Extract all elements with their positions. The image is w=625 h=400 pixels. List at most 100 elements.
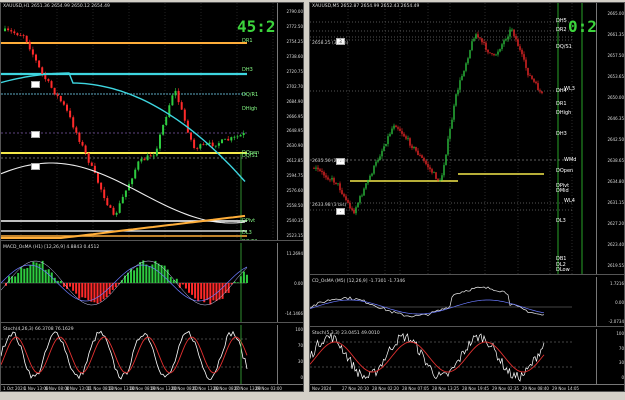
price-tick-label: -2.0734 [608,319,624,324]
right-candle [475,34,477,39]
left-chart-window[interactable]: XAUUSD,H1 2651.36 2654.99 2650.12 2654.4… [0,2,304,392]
left-candle [124,190,127,197]
time-label: 1 Oct 2024 [3,386,26,391]
macd-bar [96,283,99,304]
price-tick-label: 2630.90 [286,143,303,149]
right-candle [365,183,367,189]
right-candle [315,167,317,169]
left-candle [31,49,34,55]
price-tick-label: 2642.50 [607,137,624,142]
level-label: WL3 [564,86,575,92]
price-tick-label: 2623.40 [607,242,624,247]
left-candle [230,137,233,141]
right-candle [477,34,479,38]
left-stoch-axis[interactable]: 100 70 30 0 [277,325,303,384]
level-label: DQ/S1 [556,44,572,50]
left-candle [183,109,186,121]
left-price-axis[interactable]: 2790.00 2772.50 2754.25 2738.60 2720.75 2702.… [277,3,303,240]
level-label: WMd [564,157,577,163]
right-candle [367,179,369,184]
macd-bar [145,264,148,283]
right-candle [349,202,351,209]
level-bullet: 2635.56 (2 min) [312,159,349,164]
right-candle [403,133,405,137]
price-tick-label: 30 [618,360,624,366]
left-stoch-pane[interactable]: Stoch(4,26,3) 66.3708 76.1629 100 70 30 0 1… [1,325,303,391]
left-candle [81,141,84,146]
macd-bar [194,283,197,299]
price-tick-label: 2619.55 [607,263,624,268]
left-stochastic-lines [1,325,248,384]
left-candle [211,142,214,147]
price-tick-label: 2540.35 [286,218,303,224]
left-macd-pane[interactable]: MACD_OsMA (H1) [12,26,9] 4.8843 0.4512 1… [1,243,303,323]
right-candle [483,42,485,43]
right-candle [333,178,335,183]
left-candle [19,35,22,36]
time-label: 29 Nov 03:00 [255,386,282,391]
macd-bar [23,268,26,283]
left-candle [242,132,245,136]
macd-bar [206,283,209,301]
level-label: DR2 [556,27,567,33]
right-candle [383,146,385,151]
left-candle [97,172,99,183]
macd-main-line [310,286,545,318]
right-chart-window[interactable]: XAUUSD,M5 2652.87 2654.99 2652.43 2654.4… [309,2,625,392]
right-candle [515,36,517,40]
left-candle [180,102,183,110]
macd-bar [200,283,203,299]
left-price-pane[interactable]: XAUUSD,H1 2651.36 2654.99 2650.12 2654.4… [1,3,303,241]
right-candle [407,138,409,140]
right-candlestick-chart [310,3,583,274]
time-label: 29 Nov 02:35 [492,386,519,391]
right-price-axis[interactable]: 2665.00 2661.35 2657.50 2653.65 2650.00 2646.… [596,3,624,274]
left-macd-axis[interactable]: 11.2694 0.00 -14.1466 [277,243,303,322]
right-candle [435,172,437,179]
right-price-pane[interactable]: XAUUSD,M5 2652.87 2654.99 2652.43 2654.4… [310,3,624,275]
right-candle [317,167,319,170]
right-stoch-pane[interactable]: Stoch(5,3,3) 23.0451 49.0010 100 70 30 0 No… [310,329,624,391]
price-tick-label: 2648.95 [286,128,303,134]
macd-bar [242,271,245,283]
price-tick-label: 2665.00 [607,11,624,16]
price-tick-label: 2702.70 [286,83,303,89]
macd-bar [136,267,139,283]
right-candle [503,40,505,45]
left-time-axis[interactable]: 1 Oct 2024 1 Nov 13:00 6 Nov 08:00 8 Nov 13… [1,384,303,391]
right-candle [413,146,415,149]
price-tick-label: 2772.50 [286,23,303,29]
right-candle [353,209,355,214]
price-tick-label: 2650.00 [607,95,624,100]
right-macd-lines [310,286,572,318]
left-candle [159,134,161,149]
price-tick-label: 2612.85 [286,158,303,164]
price-tick-label: 70 [618,345,624,351]
left-candle [50,81,53,88]
right-candle [537,83,539,91]
right-stochastic-lines [310,332,572,382]
left-candle [112,207,115,215]
right-time-axis[interactable]: Nov 2024 27 Nov 20:10 28 Nov 02:20 28 Nov 0… [310,384,624,391]
right-candle [541,91,543,94]
right-candle [427,164,429,168]
price-marker [31,81,40,88]
left-candle [146,155,149,161]
left-candle [115,212,118,215]
right-candle [419,155,421,156]
right-candle [513,29,515,37]
right-macd-pane[interactable]: CD_OsMA (M5) [12,26,9] -1.7301 -1.7346 1… [310,277,624,327]
price-tick-label: 2638.65 [607,158,624,163]
left-candle [202,144,205,146]
right-macd-axis[interactable]: 1.7216 0.00 -2.0734 [596,277,624,326]
right-stoch-axis[interactable]: 100 70 30 0 [596,329,624,384]
price-tick-label: 2594.75 [286,173,303,179]
left-candle [53,87,56,95]
level-bullet: 2633.98 (3 bis) [312,203,347,208]
left-candle [155,148,158,156]
right-candle [359,196,361,203]
right-candle [489,52,491,54]
price-tick-label: 70 [297,343,303,348]
left-candle [56,94,59,97]
macd-bar [114,283,117,288]
